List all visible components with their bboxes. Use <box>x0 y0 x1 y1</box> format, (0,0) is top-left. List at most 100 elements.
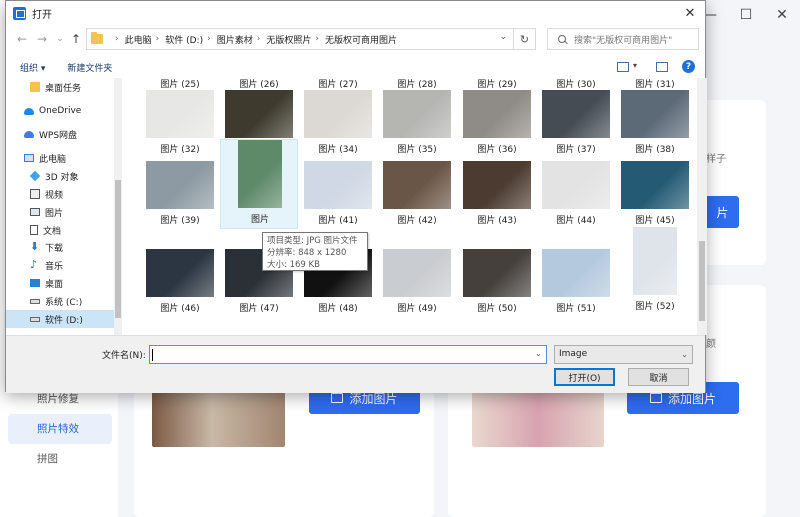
nav-item-label: WPS网盘 <box>39 130 78 141</box>
file-item[interactable]: 图片 (44) <box>537 161 615 231</box>
new-folder-button[interactable]: 新建文件夹 <box>67 61 112 74</box>
file-name: 图片 (50) <box>477 304 517 314</box>
search-input[interactable]: 搜索"无版权可商用图片" <box>547 28 699 50</box>
breadcrumb-separator[interactable]: › <box>207 34 211 44</box>
breadcrumb-item[interactable]: 无版权照片 <box>266 33 311 46</box>
tooltip-size: 大小: 169 KB <box>267 260 320 270</box>
nav-item[interactable]: 桌面 <box>6 274 116 292</box>
file-thumbnail <box>225 90 293 138</box>
close-icon[interactable]: ✕ <box>675 1 705 25</box>
navigation-pane: 桌面任务 OneDrive WPS网盘 此电脑 3D 对象 视频 图片 文档 ⬇… <box>6 78 122 335</box>
address-bar[interactable]: › 此电脑 › 软件 (D:) › 图片素材 › 无版权照片 › 无版权可商用图… <box>86 28 514 50</box>
file-item[interactable]: 图片 (46) <box>141 249 219 319</box>
file-item[interactable]: 图片 (34) <box>299 90 377 160</box>
back-arrow-icon[interactable]: ← <box>14 31 30 47</box>
add-image-button[interactable]: 片 <box>706 196 739 228</box>
sample-photo <box>472 392 604 447</box>
file-item[interactable]: 图片 (45) <box>616 161 694 231</box>
file-item[interactable]: 图片 (39) <box>141 161 219 231</box>
nav-item-label: 系统 (C:) <box>45 297 83 308</box>
cloud-icon <box>24 107 34 115</box>
chevron-down-icon[interactable]: ⌄ <box>535 349 542 358</box>
nav-item[interactable]: 系统 (C:) <box>6 292 116 310</box>
file-item[interactable]: 图片 (35) <box>378 90 456 160</box>
file-item[interactable]: 图片 (42) <box>378 161 456 231</box>
command-bar: 组织 ▾ 新建文件夹 ▾ ? <box>6 56 705 78</box>
file-item[interactable]: 图片 (38) <box>616 90 694 160</box>
nav-item-label: 软件 (D:) <box>45 315 83 326</box>
file-thumbnail <box>304 161 372 209</box>
file-item[interactable]: 图片 (51) <box>537 249 615 319</box>
file-name: 图片 (46) <box>160 304 200 314</box>
open-button[interactable]: 打开(O) <box>554 368 615 386</box>
breadcrumb-separator[interactable]: › <box>315 34 319 44</box>
file-item[interactable]: 图片 (43) <box>458 161 536 231</box>
recent-dropdown-icon[interactable]: ⌄ <box>52 31 68 47</box>
nav-item[interactable]: ⬇ 下载 <box>6 238 116 256</box>
chevron-down-icon[interactable]: ▾ <box>633 61 637 70</box>
refresh-icon[interactable]: ↻ <box>514 28 536 50</box>
file-name: 图片 (44) <box>556 216 596 226</box>
file-name: 图片 (48) <box>318 304 358 314</box>
card-text-fragment: 样子 <box>706 154 726 165</box>
file-item[interactable]: 图片 (41) <box>299 161 377 231</box>
file-item[interactable]: 图片 (49) <box>378 249 456 319</box>
filename-input[interactable]: ⌄ <box>149 345 547 364</box>
folder-icon <box>91 32 103 44</box>
organize-button[interactable]: 组织 ▾ <box>20 61 45 74</box>
nav-item[interactable]: OneDrive <box>6 102 116 120</box>
chevron-down-icon: ⌄ <box>681 350 688 359</box>
forward-arrow-icon[interactable]: → <box>34 31 50 47</box>
nav-collage[interactable]: 拼图 <box>8 444 112 474</box>
breadcrumb-separator[interactable]: › <box>115 34 119 44</box>
picture-icon <box>30 208 40 216</box>
nav-item[interactable]: WPS网盘 <box>6 125 116 143</box>
nav-photo-effects[interactable]: 照片特效 <box>8 414 112 444</box>
nav-scroll-thumb[interactable] <box>115 180 121 318</box>
breadcrumb-separator[interactable]: › <box>257 34 261 44</box>
file-scroll-thumb[interactable] <box>699 241 705 321</box>
file-thumbnail <box>621 161 689 209</box>
nav-item[interactable]: 图片 <box>6 203 116 221</box>
breadcrumb-separator[interactable]: › <box>156 34 160 44</box>
image-icon <box>649 393 662 403</box>
breadcrumb-item[interactable]: 此电脑 <box>125 33 152 46</box>
file-name: 图片 (28) <box>397 80 437 90</box>
file-scrollbar[interactable] <box>697 78 707 335</box>
help-icon[interactable]: ? <box>682 60 695 73</box>
cancel-button[interactable]: 取消 <box>628 368 689 386</box>
file-item[interactable]: 图片 (50) <box>458 249 536 319</box>
nav-item[interactable]: ♪ 音乐 <box>6 256 116 274</box>
nav-item[interactable]: 文档 <box>6 221 116 239</box>
file-item[interactable]: 图片 <box>220 139 298 229</box>
file-item[interactable]: 图片 (32) <box>141 90 219 160</box>
breadcrumb-item[interactable]: 图片素材 <box>217 33 253 46</box>
chevron-down-icon[interactable]: ⌄ <box>499 32 507 42</box>
up-arrow-icon[interactable]: ↑ <box>68 31 84 47</box>
view-options-icon[interactable] <box>617 62 629 72</box>
search-placeholder: 搜索"无版权可商用图片" <box>574 35 673 46</box>
file-item[interactable]: 图片 (36) <box>458 90 536 160</box>
breadcrumb-item[interactable]: 软件 (D:) <box>165 33 203 46</box>
file-name: 图片 (36) <box>477 145 517 155</box>
maximize-icon[interactable]: ☐ <box>728 0 764 30</box>
app-icon <box>13 6 26 20</box>
nav-item[interactable]: 桌面任务 <box>6 78 116 96</box>
nav-item[interactable]: 此电脑 <box>6 149 116 167</box>
file-thumbnail <box>463 90 531 138</box>
preview-pane-icon[interactable] <box>656 62 668 72</box>
close-icon[interactable]: ✕ <box>764 0 800 30</box>
file-item[interactable]: 图片 (52) <box>616 227 694 317</box>
file-item[interactable]: 图片 (37) <box>537 90 615 160</box>
nav-scrollbar[interactable] <box>114 78 122 335</box>
file-thumbnail <box>383 90 451 138</box>
breadcrumb-item[interactable]: 无版权可商用图片 <box>325 33 397 46</box>
file-name: 图片 (43) <box>477 216 517 226</box>
nav-item-selected[interactable]: 软件 (D:) <box>6 310 116 328</box>
nav-item[interactable]: 3D 对象 <box>6 167 116 185</box>
filetype-select[interactable]: Image ⌄ <box>554 345 693 364</box>
nav-item[interactable]: 视频 <box>6 185 116 203</box>
cloud-drive-icon <box>24 130 34 138</box>
file-thumbnail <box>463 249 531 297</box>
drive-icon <box>30 298 40 304</box>
